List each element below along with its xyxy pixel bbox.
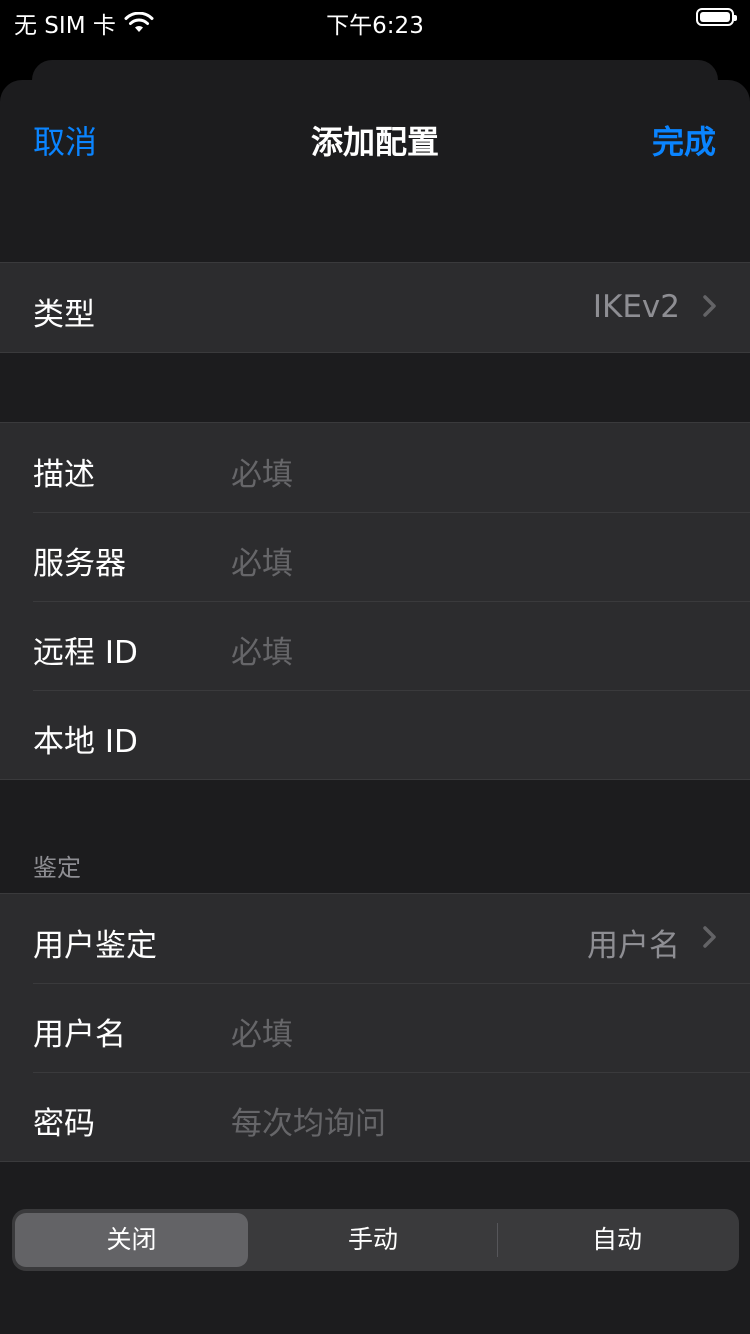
local-id-row[interactable]: 本地 ID [0,690,750,779]
chevron-right-icon [703,295,716,317]
local-id-label: 本地 ID [33,724,138,760]
description-row[interactable]: 描述 必填 [0,423,750,512]
remote-id-row[interactable]: 远程 ID 必填 [0,601,750,690]
server-row[interactable]: 服务器 必填 [0,512,750,601]
description-label: 描述 [33,457,95,493]
proxy-segment-manual[interactable]: 手动 [252,1213,494,1267]
proxy-segment-auto[interactable]: 自动 [498,1213,736,1267]
password-label: 密码 [33,1106,95,1142]
password-row[interactable]: 密码 每次均询问 [0,1072,750,1161]
user-auth-value: 用户名 [587,928,680,964]
status-bar: 无 SIM 卡 下午6:23 [0,0,750,40]
done-button[interactable]: 完成 [652,117,716,163]
status-time: 下午6:23 [326,13,424,39]
type-value: IKEv2 [592,289,680,325]
proxy-segment-off[interactable]: 关闭 [15,1213,248,1267]
server-field[interactable]: 必填 [231,538,293,583]
auth-group: 用户鉴定 用户名 用户名 必填 密码 每次均询问 [0,893,750,1162]
add-configuration-sheet: 取消 添加配置 完成 类型 IKEv2 描述 必填 服务器 必填 远程 ID 必… [0,80,750,1334]
remote-id-field[interactable]: 必填 [231,627,293,672]
password-field[interactable]: 每次均询问 [231,1098,386,1143]
user-auth-label: 用户鉴定 [33,928,157,964]
type-group: 类型 IKEv2 [0,262,750,353]
type-row[interactable]: 类型 IKEv2 [0,263,750,352]
description-field[interactable]: 必填 [231,449,293,494]
auth-section-header: 鉴定 [33,854,81,882]
proxy-segmented-control[interactable]: 关闭 手动 自动 [12,1209,739,1271]
type-label: 类型 [33,297,95,333]
remote-id-label: 远程 ID [33,635,138,671]
server-group: 描述 必填 服务器 必填 远程 ID 必填 本地 ID [0,422,750,780]
chevron-right-icon [703,926,716,948]
username-label: 用户名 [33,1017,126,1053]
username-field[interactable]: 必填 [231,1009,293,1054]
page-title: 添加配置 [310,123,439,161]
navigation-bar: 取消 添加配置 完成 [0,80,750,190]
user-auth-row[interactable]: 用户鉴定 用户名 [0,894,750,983]
username-row[interactable]: 用户名 必填 [0,983,750,1072]
battery-icon [696,8,737,26]
server-label: 服务器 [33,546,126,582]
